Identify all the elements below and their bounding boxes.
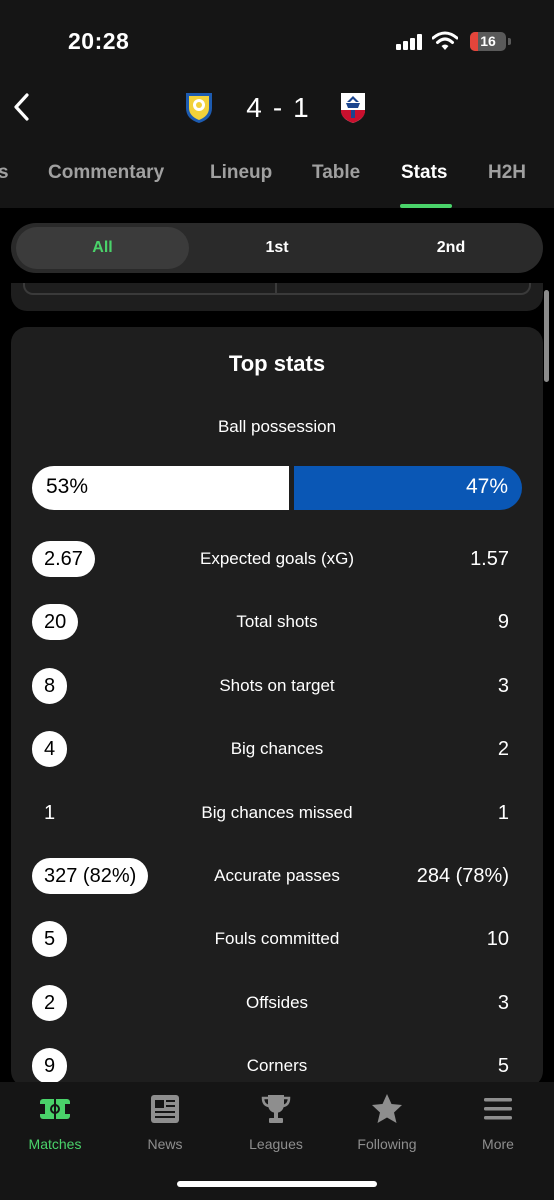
stat-away-value: 3 — [497, 674, 509, 697]
home-team-crest-icon[interactable] — [184, 90, 214, 124]
possession-home-bar: 53% — [32, 466, 289, 510]
possession-away-bar: 47% — [294, 466, 522, 510]
stat-row: Big chances 4 2 — [11, 729, 543, 769]
stat-row: Fouls committed 5 10 — [11, 919, 543, 959]
battery-tip — [508, 38, 511, 45]
battery-level: 16 — [480, 33, 496, 49]
stat-row: Accurate passes 327 (82%) 284 (78%) — [11, 856, 543, 896]
stat-row: Expected goals (xG) 2.67 1.57 — [11, 539, 543, 579]
nav-following[interactable]: Following — [332, 1092, 442, 1152]
card-title: Top stats — [228, 351, 326, 376]
stat-home-value: 8 — [32, 667, 68, 704]
stat-home-value: 5 — [32, 921, 68, 958]
home-score: 4 — [246, 92, 263, 123]
tab-previous[interactable]: s — [0, 162, 9, 184]
stat-away-value: 284 (78%) — [416, 865, 509, 887]
pitch-icon — [40, 1099, 70, 1119]
signal-icon — [396, 34, 424, 50]
period-selector: All 1st 2nd — [11, 223, 543, 273]
stat-row: Big chances missed 1 1 — [11, 793, 543, 833]
nav-matches[interactable]: Matches — [0, 1092, 110, 1152]
top-stats-card: Top stats Ball possession 53% 47% Expect… — [11, 327, 543, 1087]
stat-away-value: 5 — [497, 1055, 509, 1078]
match-tabs: s Commentary Lineup Table Stats H2H — [0, 160, 554, 208]
stat-away-value: 3 — [497, 991, 509, 1014]
star-icon — [372, 1094, 402, 1123]
trophy-icon — [261, 1095, 291, 1123]
previous-card — [11, 283, 543, 311]
tab-h2h[interactable]: H2H — [488, 162, 526, 184]
period-first-half[interactable]: 1st — [191, 227, 363, 269]
stat-label: Big chances missed — [201, 802, 353, 822]
stat-home-value: 327 (82%) — [32, 858, 149, 894]
nav-label-leagues: Leagues — [249, 1136, 303, 1152]
possession-away-value: 47% — [465, 475, 508, 498]
stat-home-value: 20 — [32, 604, 79, 641]
scrollbar[interactable] — [544, 290, 549, 382]
nav-news[interactable]: News — [110, 1092, 220, 1152]
period-all[interactable]: All — [16, 227, 189, 269]
stat-label: Fouls committed — [214, 929, 340, 949]
stat-label: Total shots — [236, 612, 318, 632]
nav-label-following: Following — [357, 1136, 417, 1152]
stat-home-value: 9 — [32, 1048, 68, 1085]
menu-icon — [484, 1098, 512, 1120]
back-arrow-icon[interactable] — [8, 92, 38, 122]
nav-more[interactable]: More — [443, 1092, 553, 1152]
away-team-crest-icon[interactable] — [338, 90, 368, 124]
stat-away-value: 1.57 — [470, 548, 509, 570]
wifi-icon — [432, 31, 458, 50]
stat-label: Corners — [246, 1056, 308, 1076]
stat-away-value: 10 — [486, 928, 509, 951]
status-bar: 20:28 16 — [0, 0, 554, 80]
stat-row: Offsides 2 3 — [11, 983, 543, 1023]
stat-label: Big chances — [230, 739, 324, 759]
stat-label: Offsides — [245, 992, 309, 1012]
match-header: 4-1 s Commentary Lineup Table Stats H2H — [0, 80, 554, 208]
away-score: 1 — [293, 92, 310, 123]
score-separator: - — [272, 92, 284, 123]
scoreline: 4-1 — [230, 92, 326, 124]
nav-label-news: News — [147, 1136, 183, 1152]
stat-home-value: 2 — [32, 984, 68, 1021]
stat-away-value: 1 — [497, 801, 509, 824]
pitch-halfway-line — [275, 283, 277, 295]
tab-commentary[interactable]: Commentary — [48, 162, 164, 184]
pitch-outline — [23, 283, 531, 295]
stat-row: Shots on target 8 3 — [11, 666, 543, 706]
nav-label-matches: Matches — [28, 1136, 82, 1152]
nav-label-more: More — [482, 1136, 514, 1152]
battery-icon: 16 — [470, 32, 506, 51]
stat-home-value: 4 — [32, 731, 68, 768]
newspaper-icon — [151, 1095, 179, 1123]
possession-label: Ball possession — [217, 417, 337, 436]
status-time: 20:28 — [68, 28, 130, 54]
stat-home-value: 1 — [44, 801, 56, 824]
possession-home-value: 53% — [46, 475, 89, 498]
stat-row: Total shots 20 9 — [11, 602, 543, 642]
stat-away-value: 2 — [497, 738, 509, 761]
tab-stats[interactable]: Stats — [401, 162, 447, 184]
active-tab-indicator — [400, 204, 452, 208]
tab-lineup[interactable]: Lineup — [210, 162, 272, 184]
stat-row: Corners 9 5 — [11, 1046, 543, 1086]
stat-home-value: 2.67 — [32, 541, 95, 577]
stat-label: Shots on target — [219, 675, 335, 695]
period-second-half[interactable]: 2nd — [365, 227, 537, 269]
stat-away-value: 9 — [497, 611, 509, 634]
tab-table[interactable]: Table — [312, 162, 360, 184]
home-indicator — [177, 1181, 377, 1187]
nav-leagues[interactable]: Leagues — [221, 1092, 331, 1152]
